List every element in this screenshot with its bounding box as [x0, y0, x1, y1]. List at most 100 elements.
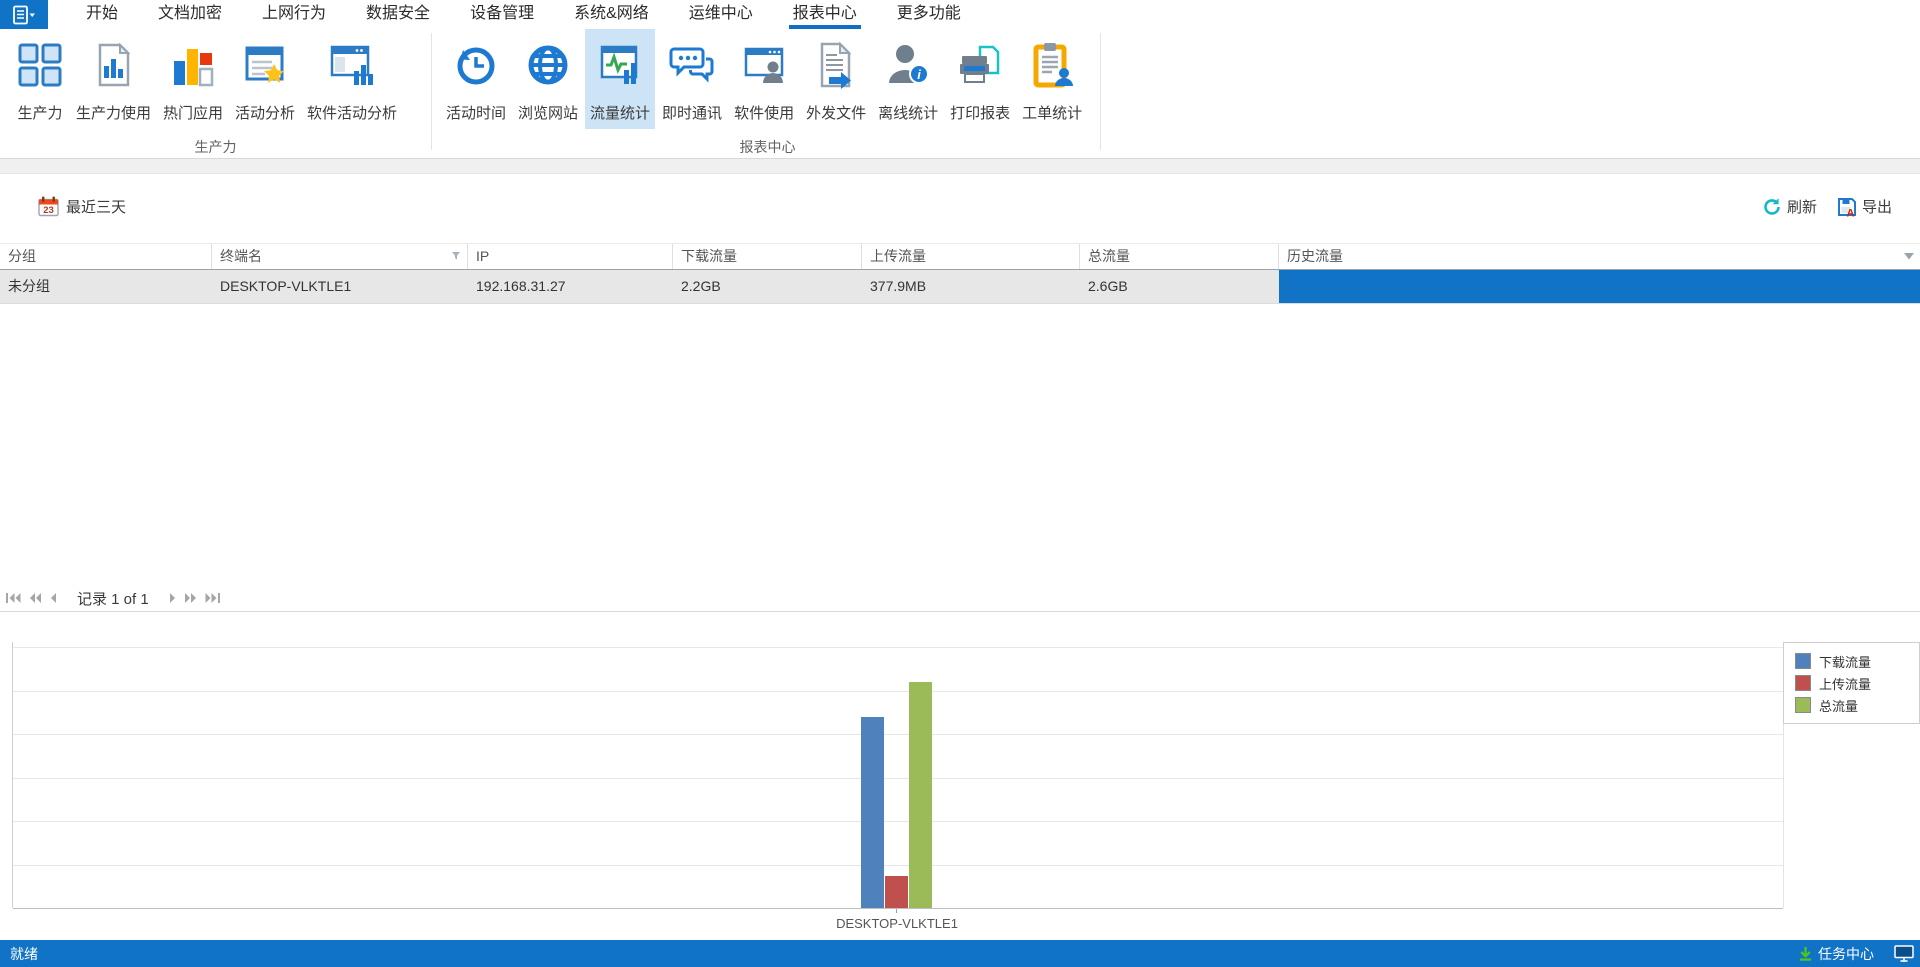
ribbon-item-label: 流量统计 [590, 102, 650, 123]
ticket-stats-icon [1028, 41, 1076, 89]
menubar: 开始 文档加密 上网行为 数据安全 设备管理 系统&网络 运维中心 报表中心 更… [0, 0, 1920, 29]
cell-history [1279, 270, 1920, 303]
ribbon-item-label: 离线统计 [878, 102, 938, 123]
svg-text:i: i [917, 67, 921, 82]
productivity-usage-icon [90, 41, 138, 89]
last-page-button[interactable] [205, 593, 220, 603]
tab-device-management[interactable]: 设备管理 [470, 0, 534, 29]
column-dropdown-icon[interactable] [1904, 253, 1914, 260]
ribbon-group-report-center: 活动时间 浏览网站 流量统计 即时通讯 软件使用 外发文件 [440, 29, 1088, 129]
software-usage-icon [740, 41, 788, 89]
software-activity-analysis-icon [328, 41, 376, 89]
ribbon-group-productivity: 生产力 生产力使用 热门应用 活动分析 软件活动分析 [10, 29, 403, 129]
cell-terminal: DESKTOP-VLKTLE1 [212, 270, 468, 303]
print-report-icon [956, 41, 1004, 89]
tab-web-behavior[interactable]: 上网行为 [262, 0, 326, 29]
menu-tabs: 开始 文档加密 上网行为 数据安全 设备管理 系统&网络 运维中心 报表中心 更… [86, 0, 961, 29]
tab-report-center[interactable]: 报表中心 [793, 0, 857, 29]
ribbon-item-software-usage[interactable]: 软件使用 [729, 29, 799, 129]
table-row[interactable]: 未分组 DESKTOP-VLKTLE1 192.168.31.27 2.2GB … [0, 270, 1920, 304]
chart-gridline [13, 734, 1783, 735]
chart-gridline [13, 691, 1783, 692]
ribbon-item-label: 活动分析 [235, 102, 295, 123]
ribbon-item-label: 活动时间 [446, 102, 506, 123]
status-bar: 就绪 任务中心 [0, 940, 1920, 967]
refresh-button[interactable]: 刷新 [1762, 196, 1817, 217]
monitor-icon[interactable] [1894, 945, 1914, 962]
ribbon-item-activity-analysis[interactable]: 活动分析 [230, 29, 300, 129]
column-header-history[interactable]: 历史流量 [1279, 244, 1920, 269]
ribbon-item-label: 打印报表 [950, 102, 1010, 123]
export-label: 导出 [1862, 196, 1892, 217]
fast-prev-button[interactable] [29, 593, 42, 603]
task-center-label: 任务中心 [1818, 944, 1874, 964]
legend-swatch-total [1795, 697, 1811, 713]
ribbon-item-label: 浏览网站 [518, 102, 578, 123]
ribbon-group-separator [431, 33, 432, 150]
outgoing-files-icon [812, 41, 860, 89]
filter-funnel-icon[interactable] [451, 251, 461, 261]
column-header-terminal[interactable]: 终端名 [212, 244, 468, 269]
ribbon-item-offline-stats[interactable]: i 离线统计 [873, 29, 943, 129]
tab-doc-encryption[interactable]: 文档加密 [158, 0, 222, 29]
tab-start[interactable]: 开始 [86, 0, 118, 29]
ribbon-item-productivity-usage[interactable]: 生产力使用 [71, 29, 156, 129]
calendar-icon: 23 [38, 196, 59, 217]
activity-analysis-icon [241, 41, 289, 89]
instant-messaging-icon [668, 41, 716, 89]
tab-more-features[interactable]: 更多功能 [897, 0, 961, 29]
prev-page-button[interactable] [50, 593, 57, 603]
export-button[interactable]: A 导出 [1837, 196, 1892, 217]
date-range-label: 最近三天 [66, 196, 126, 217]
chart-gridline [13, 908, 1783, 909]
chart-bar-series-1 [885, 876, 908, 908]
ribbon-item-label: 工单统计 [1022, 102, 1082, 123]
refresh-icon [1762, 197, 1782, 217]
ribbon-item-ticket-stats[interactable]: 工单统计 [1017, 29, 1087, 129]
chart-gridline [13, 821, 1783, 822]
date-range-selector[interactable]: 23 最近三天 [38, 196, 126, 217]
toolbar-strip [0, 159, 1920, 174]
task-center-button[interactable]: 任务中心 [1798, 944, 1874, 964]
ribbon-item-software-activity-analysis[interactable]: 软件活动分析 [302, 29, 402, 129]
ribbon-item-instant-messaging[interactable]: 即时通讯 [657, 29, 727, 129]
column-header-ip[interactable]: IP [468, 244, 673, 269]
x-axis-category-label: DESKTOP-VLKTLE1 [797, 916, 997, 931]
cell-download: 2.2GB [673, 270, 862, 303]
svg-text:A: A [1847, 207, 1855, 217]
productivity-icon [16, 41, 64, 89]
ribbon-item-print-report[interactable]: 打印报表 [945, 29, 1015, 129]
app-menu-icon [12, 5, 36, 25]
traffic-stats-icon [596, 41, 644, 89]
legend-label: 总流量 [1819, 696, 1858, 715]
ribbon-item-hot-apps[interactable]: 热门应用 [158, 29, 228, 129]
first-page-button[interactable] [6, 593, 21, 603]
ribbon-item-traffic-stats[interactable]: 流量统计 [585, 29, 655, 129]
column-header-group[interactable]: 分组 [0, 244, 212, 269]
next-page-button[interactable] [169, 593, 176, 603]
legend-item: 下载流量 [1795, 650, 1919, 672]
app-menu-button[interactable] [0, 0, 48, 29]
fast-next-button[interactable] [184, 593, 197, 603]
traffic-chart: DESKTOP-VLKTLE1 下载流量 上传流量 总流量 [0, 612, 1920, 940]
ribbon-item-productivity[interactable]: 生产力 [11, 29, 69, 129]
cell-total: 2.6GB [1080, 270, 1279, 303]
column-header-total[interactable]: 总流量 [1080, 244, 1279, 269]
ribbon-item-active-time[interactable]: 活动时间 [441, 29, 511, 129]
legend-label: 上传流量 [1819, 674, 1871, 693]
column-header-upload[interactable]: 上传流量 [862, 244, 1080, 269]
offline-stats-icon: i [884, 41, 932, 89]
column-header-download[interactable]: 下载流量 [673, 244, 862, 269]
tab-ops-center[interactable]: 运维中心 [689, 0, 753, 29]
hot-apps-icon [169, 41, 217, 89]
legend-label: 下载流量 [1819, 652, 1871, 671]
cell-upload: 377.9MB [862, 270, 1080, 303]
ribbon-item-outgoing-files[interactable]: 外发文件 [801, 29, 871, 129]
ribbon-group-label-report-center: 报表中心 [440, 137, 1095, 157]
app-window: 开始 文档加密 上网行为 数据安全 设备管理 系统&网络 运维中心 报表中心 更… [0, 0, 1920, 967]
tab-system-network[interactable]: 系统&网络 [574, 0, 649, 29]
chart-gridline [13, 865, 1783, 866]
chart-gridline [13, 778, 1783, 779]
tab-data-security[interactable]: 数据安全 [366, 0, 430, 29]
ribbon-item-web-browsing[interactable]: 浏览网站 [513, 29, 583, 129]
